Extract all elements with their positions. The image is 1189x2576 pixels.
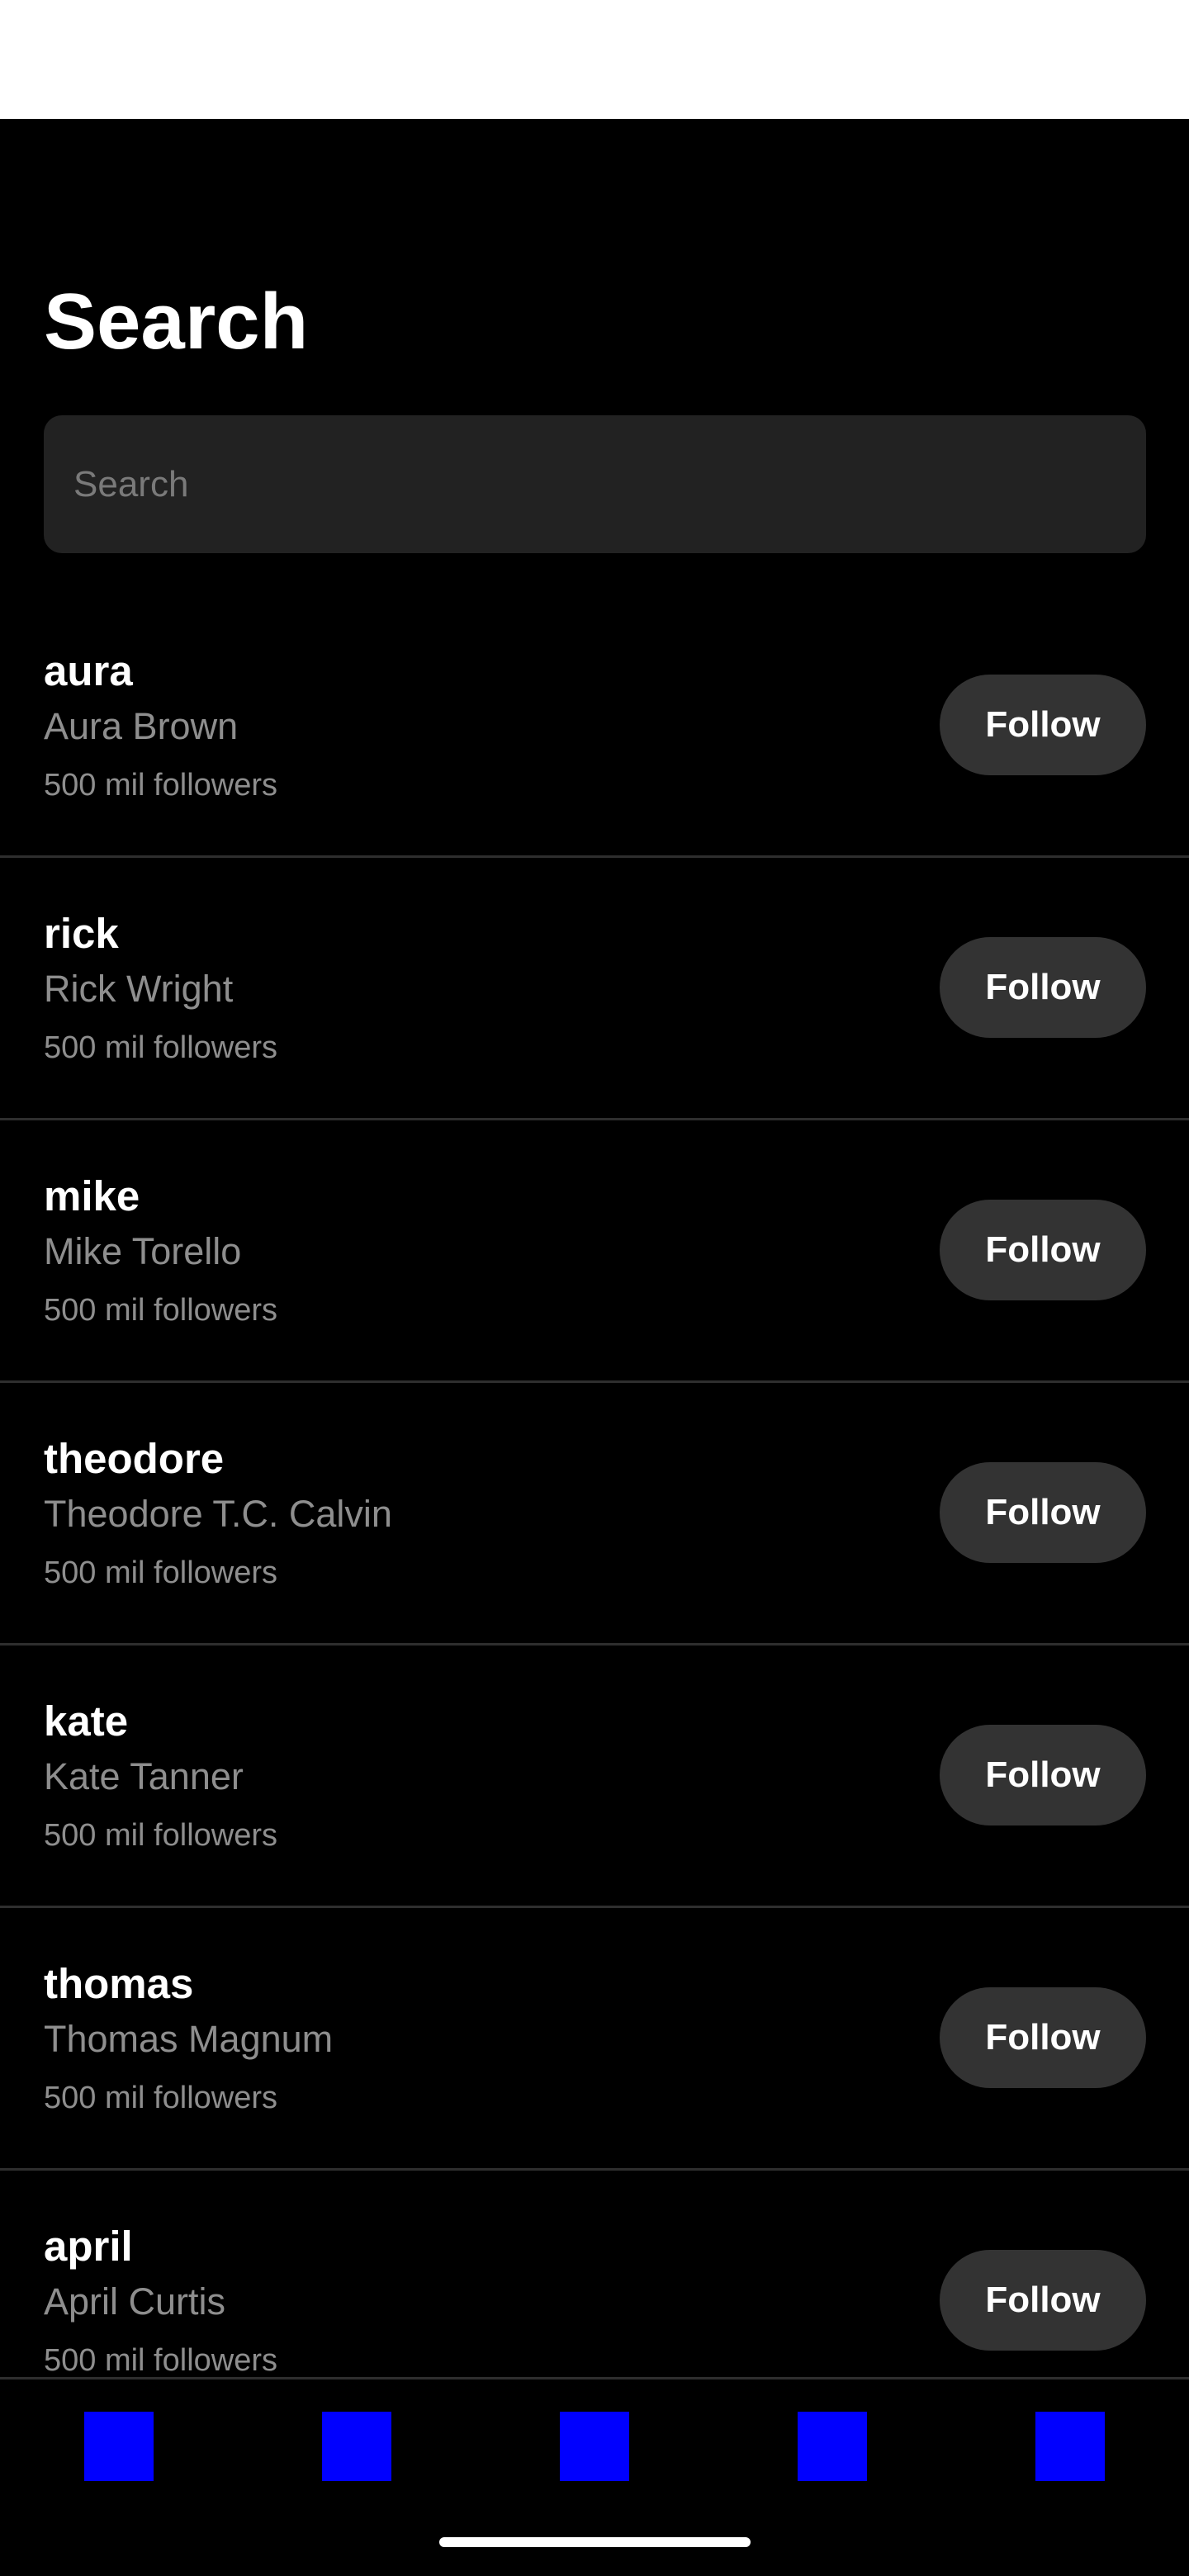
- username: thomas: [44, 1960, 194, 2007]
- follower-count: 500 mil followers: [44, 768, 277, 803]
- full-name: Theodore T.C. Calvin: [44, 1493, 392, 1535]
- username: mike: [44, 1172, 140, 1219]
- follow-button[interactable]: Follow: [940, 937, 1146, 1038]
- nav-tab-1-icon[interactable]: [84, 2412, 154, 2481]
- bottom-nav: [0, 2377, 1189, 2576]
- nav-tab-5-icon[interactable]: [1035, 2412, 1105, 2481]
- follow-button[interactable]: Follow: [940, 1200, 1146, 1300]
- follow-button[interactable]: Follow: [940, 1462, 1146, 1563]
- username: theodore: [44, 1435, 225, 1482]
- follower-count: 500 mil followers: [44, 1818, 277, 1853]
- username: aura: [44, 647, 133, 694]
- list-item[interactable]: kate Kate Tanner 500 mil followers Follo…: [0, 1646, 1189, 1908]
- username: rick: [44, 910, 119, 957]
- full-name: Rick Wright: [44, 968, 234, 1010]
- list-item[interactable]: thomas Thomas Magnum 500 mil followers F…: [0, 1908, 1189, 2171]
- list-item[interactable]: april April Curtis 500 mil followers Fol…: [0, 2171, 1189, 2377]
- follower-count: 500 mil followers: [44, 2343, 277, 2377]
- full-name: April Curtis: [44, 2280, 226, 2323]
- follower-count: 500 mil followers: [44, 1293, 277, 1328]
- nav-tab-3-icon[interactable]: [560, 2412, 629, 2481]
- search-input[interactable]: [44, 415, 1146, 553]
- list-item[interactable]: mike Mike Torello 500 mil followers Foll…: [0, 1120, 1189, 1383]
- search-field[interactable]: [44, 415, 1146, 553]
- follower-count: 500 mil followers: [44, 1556, 277, 1590]
- full-name: Kate Tanner: [44, 1755, 244, 1797]
- nav-tab-4-icon[interactable]: [798, 2412, 867, 2481]
- home-indicator: [439, 2537, 751, 2547]
- list-item[interactable]: rick Rick Wright 500 mil followers Follo…: [0, 858, 1189, 1120]
- follow-button[interactable]: Follow: [940, 675, 1146, 775]
- list-item[interactable]: theodore Theodore T.C. Calvin 500 mil fo…: [0, 1383, 1189, 1646]
- status-bar: [0, 0, 1189, 119]
- full-name: Thomas Magnum: [44, 2018, 334, 2060]
- username: april: [44, 2223, 133, 2270]
- follow-button[interactable]: Follow: [940, 1725, 1146, 1825]
- search-results-list: aura Aura Brown 500 mil followers Follow…: [0, 595, 1189, 2377]
- page-title: Search: [44, 277, 309, 366]
- full-name: Mike Torello: [44, 1230, 242, 1272]
- username: kate: [44, 1698, 129, 1745]
- follower-count: 500 mil followers: [44, 1030, 277, 1065]
- nav-tab-2-icon[interactable]: [322, 2412, 391, 2481]
- list-item[interactable]: aura Aura Brown 500 mil followers Follow: [0, 595, 1189, 858]
- full-name: Aura Brown: [44, 705, 239, 747]
- follow-button[interactable]: Follow: [940, 2250, 1146, 2351]
- follow-button[interactable]: Follow: [940, 1987, 1146, 2088]
- follower-count: 500 mil followers: [44, 2081, 277, 2115]
